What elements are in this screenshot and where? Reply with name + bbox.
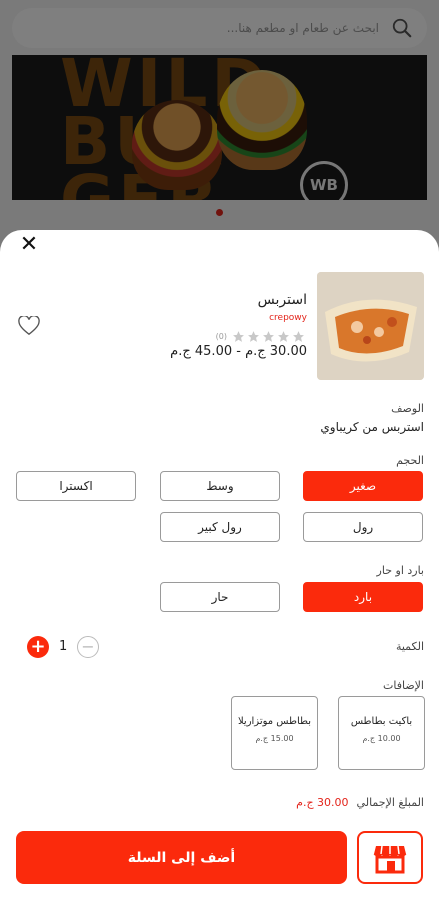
total-row: المبلغ الإجمالي 30.00 ج.م (296, 796, 424, 809)
addon-card[interactable]: باكيت بطاطس 10.00 ج.م (338, 696, 425, 770)
star-icon (233, 331, 244, 342)
size-option-medium[interactable]: وسط (160, 471, 280, 501)
size-option-small[interactable]: صغير (303, 471, 423, 501)
total-label: المبلغ الإجمالي (356, 796, 424, 809)
quantity-increase-button[interactable]: + (27, 636, 49, 658)
addon-card[interactable]: بطاطس موتزاريلا 15.00 ج.م (231, 696, 318, 770)
total-value: 30.00 ج.م (296, 796, 349, 809)
addon-name: بطاطس موتزاريلا (237, 716, 312, 727)
heart-icon[interactable] (18, 316, 40, 336)
addons-label: الإضافات (383, 679, 424, 692)
size-label: الحجم (396, 454, 424, 467)
quantity-decrease-button[interactable]: − (77, 636, 99, 658)
price-range: 30.00 ج.م - 45.00 ج.م (170, 344, 307, 359)
star-icon (293, 331, 304, 342)
star-icon (278, 331, 289, 342)
size-option-roll[interactable]: رول (303, 512, 423, 542)
size-option-extra[interactable]: اكسترا (16, 471, 136, 501)
add-to-cart-button[interactable]: أضف إلى السلة (16, 831, 347, 884)
addon-name: باكيت بطاطس (350, 716, 413, 727)
quantity-label: الكمية (395, 640, 424, 653)
star-icon (248, 331, 259, 342)
quantity-value: 1 (59, 639, 68, 654)
store-icon (373, 845, 407, 873)
temperature-label: بارد او حار (376, 564, 424, 577)
star-icon (263, 331, 274, 342)
description-label: الوصف (391, 402, 424, 415)
addon-price: 10.00 ج.م (362, 734, 401, 743)
product-image (317, 272, 424, 380)
product-brand: crepowy (269, 313, 307, 323)
product-sheet: ✕ استربس crepowy (0) 30.00 ج.م - 45.00 ج… (0, 230, 439, 900)
size-option-large-roll[interactable]: رول كبير (160, 512, 280, 542)
product-rating: (0) (216, 330, 305, 343)
close-button[interactable]: ✕ (18, 234, 40, 256)
rating-count: (0) (215, 332, 227, 341)
description-text: استربس من كريباوي (320, 420, 424, 434)
product-name: استربس (257, 292, 307, 308)
temperature-option-hot[interactable]: حار (160, 582, 280, 612)
temperature-option-cold[interactable]: بارد (303, 582, 423, 612)
store-button[interactable] (357, 831, 423, 884)
addon-price: 15.00 ج.م (255, 734, 294, 743)
